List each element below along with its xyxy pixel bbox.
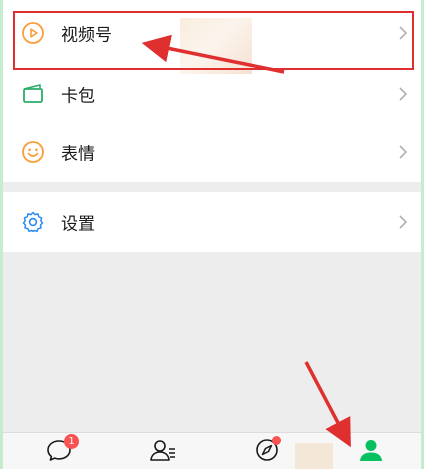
pixelated-redaction (180, 18, 252, 74)
gear-icon (22, 211, 44, 233)
menu-group-settings: 设置 (3, 192, 421, 252)
tab-discover[interactable] (247, 436, 287, 467)
tab-chats[interactable]: 1 (39, 434, 79, 467)
menu-item-label: 卡包 (61, 86, 95, 106)
unread-badge: 1 (64, 434, 79, 449)
contacts-icon (150, 440, 175, 461)
chevron-right-icon (399, 26, 408, 40)
person-icon (360, 440, 382, 461)
arrow-to-me-tab (304, 361, 351, 448)
bottom-tab-bar: 1 (3, 432, 421, 469)
menu-item-label: 表情 (61, 144, 95, 164)
menu-item-settings[interactable]: 设置 (3, 192, 421, 252)
sticker-icon (22, 141, 44, 163)
menu-item-label: 设置 (61, 214, 95, 234)
menu-item-cards[interactable]: 卡包 (3, 66, 421, 122)
chevron-right-icon (399, 215, 408, 229)
new-content-dot (272, 436, 281, 445)
menu-item-label: 视频号 (61, 25, 112, 45)
chevron-right-icon (399, 145, 408, 159)
section-divider (3, 182, 421, 192)
tab-me[interactable] (351, 437, 391, 467)
channels-icon (22, 22, 44, 44)
pixelated-redaction (295, 443, 333, 469)
tab-contacts[interactable] (143, 437, 183, 467)
menu-item-stickers[interactable]: 表情 (3, 122, 421, 182)
chevron-right-icon (399, 87, 408, 101)
card-wallet-icon (23, 84, 43, 103)
